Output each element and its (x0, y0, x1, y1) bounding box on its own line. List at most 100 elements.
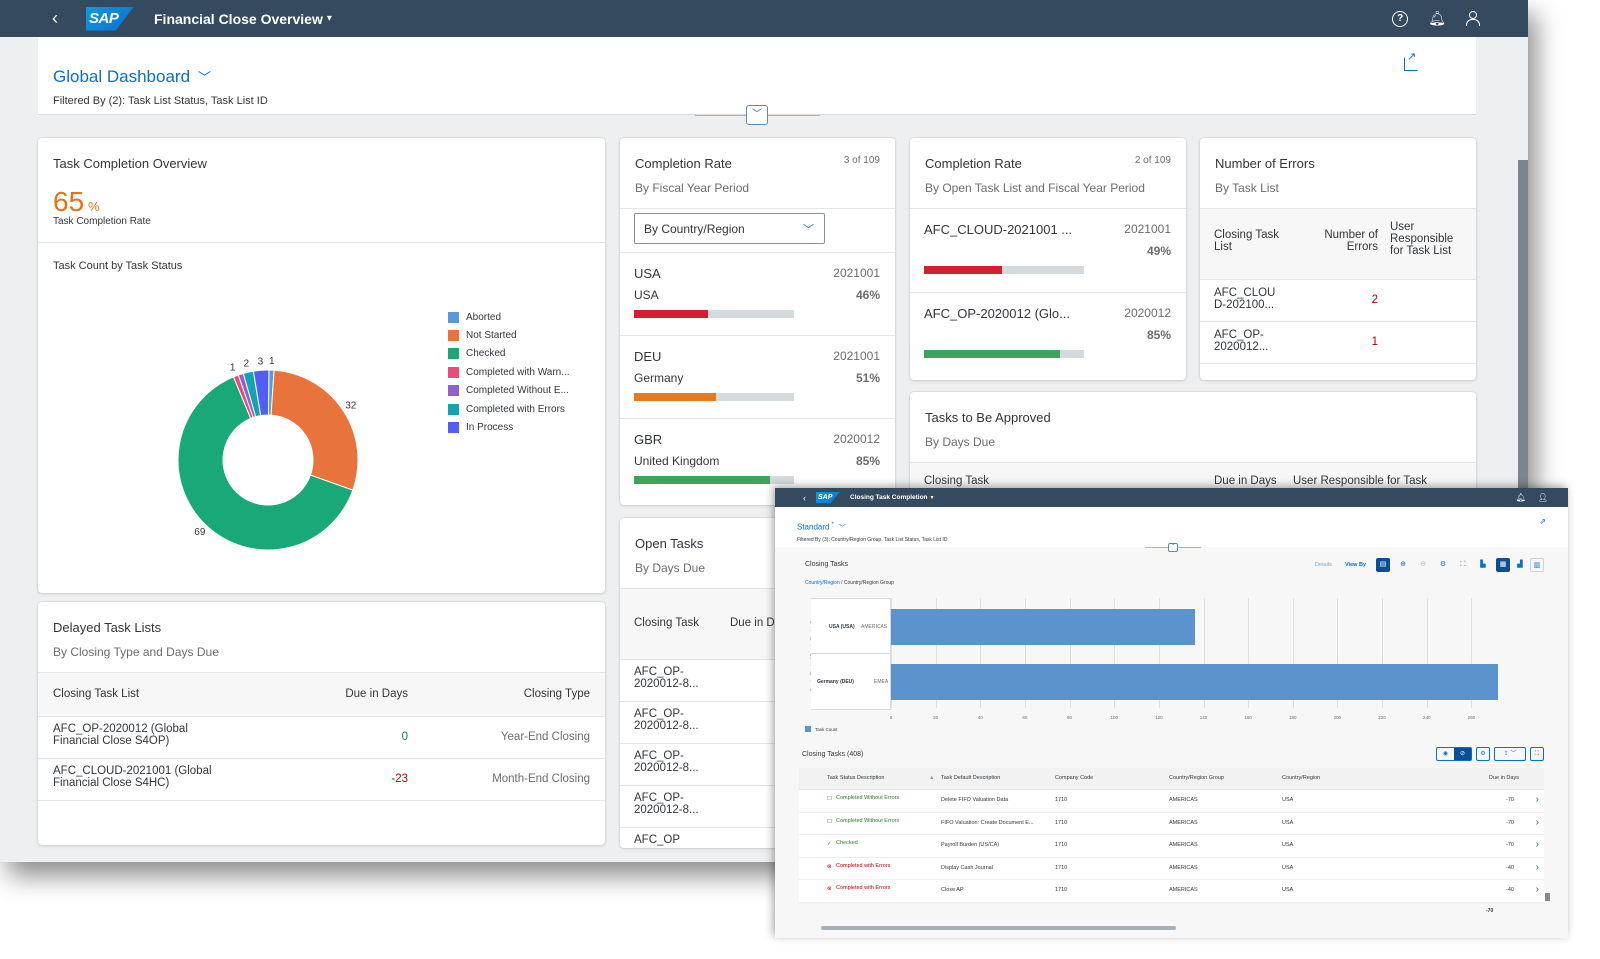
kpi-value: 65% (53, 186, 100, 217)
table-row[interactable]: ⊗ Completed with Errors Close AP 1710 AMERIC… (799, 880, 1544, 903)
column-header[interactable]: Due in D (730, 617, 775, 629)
number-of-errors-card[interactable]: Number of Errors By Task List Closing Ta… (1200, 138, 1476, 380)
completion-rate-task-list-card[interactable]: Completion Rate By Open Task List and Fi… (910, 138, 1186, 380)
bell-icon[interactable]: 🔔︎ (1516, 493, 1526, 502)
chart-view-icon[interactable]: ▟ (1513, 558, 1527, 572)
app-title[interactable]: Financial Close Overview (154, 11, 323, 27)
legend-item[interactable]: Completed with Warn... (448, 363, 570, 381)
navigate-chevron-icon[interactable]: › (1536, 817, 1539, 828)
column-header[interactable]: User Responsible for Task List (1390, 221, 1465, 257)
column-header[interactable]: Due in Days (1214, 475, 1277, 487)
navigate-chevron-icon[interactable]: › (1536, 884, 1539, 895)
chart-type-icon[interactable]: ▙ (1476, 558, 1490, 572)
back-icon[interactable]: ‹ (44, 8, 66, 29)
column-header[interactable]: Number of Errors (1312, 229, 1378, 253)
details-button[interactable]: Details (1315, 562, 1332, 568)
chart-table-view-icon[interactable]: ▦ (1496, 558, 1510, 572)
desc-cell: FIFO Valuation: Create Document E... (941, 819, 1034, 826)
table-row[interactable]: ☐ Completed Without Errors FIFO Valuation:… (799, 812, 1544, 835)
user-icon[interactable]: 👤︎ (1538, 493, 1548, 502)
variant-selector[interactable]: Standard * ﹀ (797, 522, 846, 533)
table-row[interactable]: AFC_CLOUD-2021001 (Global Financial Clos… (38, 759, 605, 801)
column-header[interactable]: Due in Days (1489, 775, 1519, 781)
navigate-chevron-icon[interactable]: › (1536, 794, 1539, 805)
column-header[interactable]: Due in Days (345, 688, 408, 700)
bar-emea[interactable] (891, 664, 1499, 700)
country-name: United Kingdom (634, 454, 720, 468)
bell-icon[interactable]: 🔔︎ (1428, 10, 1446, 27)
progress-fill (924, 266, 1003, 274)
column-header[interactable]: Closing Task (924, 475, 989, 487)
fullscreen-icon[interactable]: ⛶ (1530, 747, 1544, 761)
list-item[interactable]: AFC_CLOUD-2021001 ... 2021001 49% (910, 208, 1186, 291)
table-row[interactable]: ✓ Checked Payroll Burden (US/CA) 1710 AMERIC… (799, 835, 1544, 858)
user-icon[interactable] (1466, 10, 1480, 27)
column-header[interactable]: Closing Task (634, 617, 699, 629)
legend-toggle-icon[interactable]: ▤ (1376, 558, 1390, 572)
show-hide-toggle[interactable]: ◉ ⊘ (1436, 747, 1472, 761)
column-header[interactable]: Company Code (1055, 775, 1093, 781)
card-subtitle: By Closing Type and Days Due (53, 645, 219, 659)
eye-icon[interactable]: ◉ (1437, 748, 1454, 760)
card-title: Open Tasks (635, 536, 704, 551)
table-row[interactable]: ⊗ Completed with Errors Display Cash Journ… (799, 857, 1544, 880)
scrollbar[interactable] (1518, 160, 1528, 490)
delayed-task-lists-card[interactable]: Delayed Task Lists By Closing Type and D… (38, 602, 605, 845)
column-header[interactable]: Closing Task List (1214, 229, 1289, 253)
list-item[interactable]: USA USA 2021001 46% (620, 252, 895, 335)
completion-rate-fiscal-card[interactable]: Completion Rate By Fiscal Year Period 3 … (620, 138, 895, 505)
table-row[interactable]: AFC_CLOU D-202100... 2 (1200, 280, 1476, 322)
expand-header-button[interactable]: ﹀ (746, 105, 768, 125)
caret-down-icon[interactable]: ▾ (327, 13, 332, 24)
task-completion-overview-card[interactable]: Task Completion Overview 65% Task Comple… (38, 138, 605, 593)
zoom-out-icon[interactable]: ⊖ (1416, 558, 1430, 572)
legend-item[interactable]: Not Started (448, 326, 570, 344)
view-by-button[interactable]: View By (1345, 562, 1366, 568)
column-header[interactable]: Task Default Description (941, 775, 1000, 781)
export-icon[interactable]: ⇪ ﹀ (1494, 747, 1526, 761)
app-title[interactable]: Closing Task Completion (850, 494, 928, 501)
bar-americas[interactable] (891, 609, 1195, 645)
navigate-chevron-icon[interactable]: › (1536, 839, 1539, 850)
settings-icon[interactable]: ⚙ (1436, 558, 1450, 572)
legend-item[interactable]: Checked (448, 345, 570, 363)
fullscreen-icon[interactable]: ⛶ (1456, 558, 1470, 572)
column-header[interactable]: User Responsible for Task (1293, 475, 1427, 487)
vertical-scrollbar[interactable] (1545, 893, 1550, 901)
back-icon[interactable]: ‹ (803, 493, 806, 503)
table-row[interactable]: ☐ Completed Without Errors Delete FIFO Val… (799, 790, 1544, 813)
column-header[interactable]: Country/Region Group (1169, 775, 1224, 781)
country-code: DEU (634, 349, 662, 364)
list-item[interactable]: AFC_OP-2020012 (Glo... 2020012 85% (910, 292, 1186, 375)
table-view-icon[interactable]: ▥ (1530, 558, 1544, 572)
variant-selector[interactable]: Global Dashboard ﹀ (53, 67, 211, 87)
desc-cell: Delete FIFO Valuation Data (941, 797, 1009, 803)
donut-slice-not-started[interactable] (270, 369, 359, 491)
caret-down-icon[interactable]: ▾ (931, 494, 934, 501)
column-header[interactable]: Closing Type (524, 688, 590, 700)
list-item[interactable]: DEU Germany 2021001 51% (620, 335, 895, 418)
legend-item[interactable]: Completed Without E... (448, 382, 570, 400)
due-in-days-cell: -70 (1506, 819, 1514, 826)
breadcrumb-link[interactable]: Country/Region (805, 580, 840, 586)
table-row[interactable]: AFC_OP-2020012 (Global Financial Close S… (38, 717, 605, 759)
legend-item[interactable]: Completed with Errors (448, 400, 570, 418)
settings-icon[interactable]: ⚙ (1476, 747, 1490, 761)
column-header[interactable]: Task Status Description (827, 775, 884, 781)
table-row[interactable]: AFC_OP- 2020012... 1 (1200, 322, 1476, 364)
legend-item[interactable]: In Process (448, 418, 570, 436)
group-by-select[interactable]: By Country/Region ﹀ (634, 213, 825, 244)
share-icon[interactable]: ⇗ (1539, 517, 1546, 526)
expand-header-button[interactable]: ﹀ (1168, 543, 1178, 552)
zoom-in-icon[interactable]: ⊕ (1396, 558, 1410, 572)
column-header[interactable]: Country/Region (1282, 775, 1320, 781)
legend-swatch (448, 311, 459, 323)
eye-slash-icon[interactable]: ⊘ (1454, 748, 1471, 760)
column-header[interactable]: Closing Task List (53, 688, 139, 700)
horizontal-scrollbar[interactable] (821, 926, 1176, 930)
completion-percent: 85% (1146, 328, 1171, 342)
help-icon[interactable]: ? (1392, 10, 1409, 27)
navigate-chevron-icon[interactable]: › (1536, 862, 1539, 873)
legend-item[interactable]: Aborted (448, 308, 570, 326)
share-icon[interactable] (1404, 50, 1418, 71)
